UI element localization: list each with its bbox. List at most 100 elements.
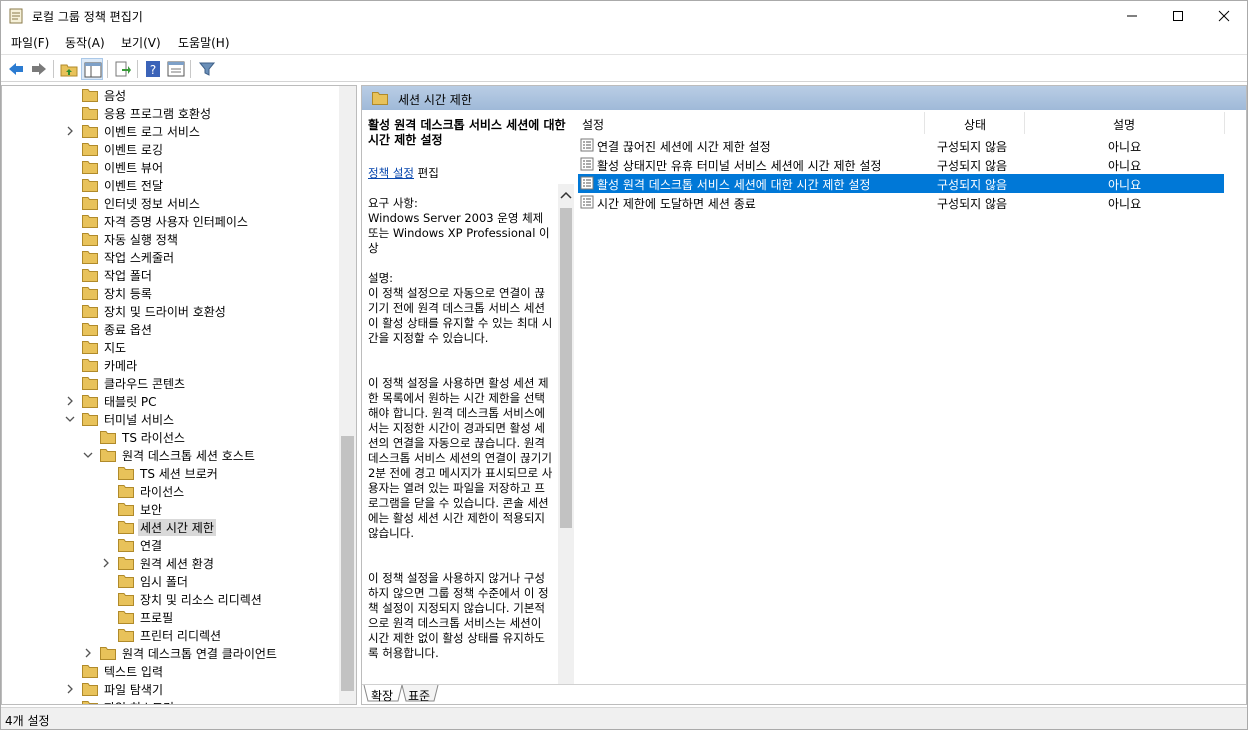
- chevron-right-icon[interactable]: [82, 647, 94, 659]
- description-paragraph-2: 이 정책 설정을 사용하면 활성 세션 제한 목록에서 원하는 시간 제한을 선…: [368, 376, 553, 540]
- back-button[interactable]: [5, 58, 27, 80]
- settings-list: 설정 상태 설명 연결 끊어진 세션에 시간 제한 설정 구성되지 않음 아니요 활성…: [574, 110, 1246, 684]
- column-divider: [1024, 112, 1025, 134]
- settings-row[interactable]: 활성 원격 데스크톱 서비스 세션에 대한 시간 제한 설정 구성되지 않음 아니요: [578, 174, 1224, 193]
- chevron-right-icon[interactable]: [64, 125, 76, 137]
- tree-item[interactable]: 터미널 서비스: [2, 410, 338, 428]
- requirements-label: 요구 사항:: [368, 196, 418, 210]
- tree-item[interactable]: 장치 등록: [2, 284, 338, 302]
- tree-item-label: 원격 데스크톱 세션 호스트: [122, 449, 255, 463]
- tree-item[interactable]: 보안: [2, 500, 338, 518]
- tree-item[interactable]: TS 라이선스: [2, 428, 338, 446]
- edit-suffix: 편집: [413, 166, 439, 180]
- tree-item[interactable]: 이벤트 로깅: [2, 140, 338, 158]
- status-bar: 4개 설정: [1, 707, 1247, 729]
- tree-item[interactable]: 세션 시간 제한: [2, 518, 338, 536]
- tree-item[interactable]: 파일 히스토리: [2, 698, 338, 704]
- tree-item[interactable]: 라이선스: [2, 482, 338, 500]
- tree-item-label: 클라우드 콘텐츠: [104, 377, 186, 391]
- tree-item[interactable]: 프로필: [2, 608, 338, 626]
- description-scroll-thumb[interactable]: [560, 208, 572, 528]
- column-state[interactable]: 상태: [964, 116, 986, 133]
- chevron-right-icon[interactable]: [100, 557, 112, 569]
- tree-item[interactable]: 텍스트 입력: [2, 662, 338, 680]
- export-list-button[interactable]: [112, 58, 134, 80]
- settings-row[interactable]: 연결 끊어진 세션에 시간 제한 설정 구성되지 않음 아니요: [578, 136, 1224, 155]
- chevron-right-icon[interactable]: [64, 395, 76, 407]
- tree-item[interactable]: 종료 옵션: [2, 320, 338, 338]
- tree-item-label: 응용 프로그램 호환성: [104, 107, 211, 121]
- description-scrollbar[interactable]: [558, 184, 574, 684]
- tree-item[interactable]: 인터넷 정보 서비스: [2, 194, 338, 212]
- tree-item[interactable]: 카메라: [2, 356, 338, 374]
- tree-item[interactable]: 파일 탐색기: [2, 680, 338, 698]
- scroll-up-icon[interactable]: [560, 190, 572, 200]
- column-setting[interactable]: 설정: [582, 116, 604, 133]
- properties-button[interactable]: [165, 58, 187, 80]
- filter-button[interactable]: [196, 58, 218, 80]
- tree-item[interactable]: 프린터 리디렉션: [2, 626, 338, 644]
- tree-pane: 음성응용 프로그램 호환성이벤트 로그 서비스 이벤트 로깅 이벤트 뷰어이벤트 전…: [1, 85, 357, 705]
- tree-item[interactable]: 원격 데스크톱 연결 클라이언트: [2, 644, 338, 662]
- tree-scrollbar[interactable]: [339, 86, 356, 704]
- folder-icon: [82, 377, 98, 390]
- chevron-right-icon[interactable]: [64, 683, 76, 695]
- edit-policy-link[interactable]: 정책 설정: [368, 166, 414, 180]
- setting-name: 연결 끊어진 세션에 시간 제한 설정: [597, 140, 771, 154]
- tree-item-label: 파일 탐색기: [104, 683, 164, 697]
- tab-extended[interactable]: 확장: [371, 687, 393, 704]
- tree-item[interactable]: 지도: [2, 338, 338, 356]
- settings-row[interactable]: 활성 상태지만 유휴 터미널 서비스 세션에 시간 제한 설정 구성되지 않음 아니…: [578, 155, 1224, 174]
- tree-item[interactable]: 원격 데스크톱 세션 호스트: [2, 446, 338, 464]
- minimize-button[interactable]: [1109, 1, 1155, 31]
- tree-item-label: 이벤트 전달: [104, 179, 164, 193]
- forward-button[interactable]: [28, 58, 50, 80]
- tree-item[interactable]: 음성: [2, 86, 338, 104]
- folder-icon: [118, 593, 134, 606]
- edit-policy-line: 정책 설정 편집: [368, 166, 554, 181]
- tree-item[interactable]: 태블릿 PC: [2, 392, 338, 410]
- close-button[interactable]: [1201, 1, 1247, 31]
- tree-item[interactable]: 응용 프로그램 호환성: [2, 104, 338, 122]
- tree-item-label: 태블릿 PC: [104, 395, 157, 409]
- show-hide-tree-button[interactable]: [81, 58, 103, 80]
- tree-item[interactable]: 이벤트 뷰어: [2, 158, 338, 176]
- column-comment[interactable]: 설명: [1113, 116, 1135, 133]
- tree-item[interactable]: 작업 스케줄러: [2, 248, 338, 266]
- tree-item[interactable]: 자격 증명 사용자 인터페이스: [2, 212, 338, 230]
- tree-item-label: 프린터 리디렉션: [140, 629, 222, 643]
- chevron-down-icon[interactable]: [64, 413, 76, 425]
- tree-item[interactable]: 장치 및 드라이버 호환성: [2, 302, 338, 320]
- tree-item[interactable]: 연결: [2, 536, 338, 554]
- menu-help[interactable]: 도움말(H): [178, 34, 230, 51]
- tree-item-label: 이벤트 로그 서비스: [104, 125, 200, 139]
- settings-row[interactable]: 시간 제한에 도달하면 세션 종료 구성되지 않음 아니요: [578, 193, 1224, 212]
- tab-standard[interactable]: 표준: [408, 687, 430, 704]
- tree-item[interactable]: 클라우드 콘텐츠: [2, 374, 338, 392]
- folder-icon: [82, 143, 98, 156]
- up-folder-button[interactable]: [58, 58, 80, 80]
- chevron-down-icon[interactable]: [82, 449, 94, 461]
- tree-item[interactable]: 자동 실행 정책: [2, 230, 338, 248]
- tree-item[interactable]: 작업 폴더: [2, 266, 338, 284]
- maximize-button[interactable]: [1155, 1, 1201, 31]
- setting-state: 구성되지 않음: [937, 140, 1008, 154]
- tree-item[interactable]: 이벤트 로그 서비스: [2, 122, 338, 140]
- menu-action[interactable]: 동작(A): [65, 34, 105, 51]
- help-button[interactable]: ?: [142, 58, 164, 80]
- tree-item[interactable]: 이벤트 전달: [2, 176, 338, 194]
- tree-item-label: 터미널 서비스: [104, 413, 175, 427]
- tree-item-label: 장치 및 드라이버 호환성: [104, 305, 226, 319]
- tree-item-label: 작업 폴더: [104, 269, 152, 283]
- tree-item[interactable]: TS 세션 브로커: [2, 464, 338, 482]
- tree-item[interactable]: 장치 및 리소스 리디렉션: [2, 590, 338, 608]
- tree-scroll-thumb[interactable]: [341, 436, 354, 691]
- tree-item[interactable]: 임시 폴더: [2, 572, 338, 590]
- policy-editor-app-icon: [9, 8, 23, 24]
- menu-view[interactable]: 보기(V): [121, 34, 161, 51]
- menu-file[interactable]: 파일(F): [11, 34, 49, 51]
- folder-icon: [118, 629, 134, 642]
- tree-item[interactable]: 원격 세션 환경: [2, 554, 338, 572]
- list-header: 설정 상태 설명: [574, 110, 1246, 134]
- forward-arrow-icon: [32, 63, 46, 75]
